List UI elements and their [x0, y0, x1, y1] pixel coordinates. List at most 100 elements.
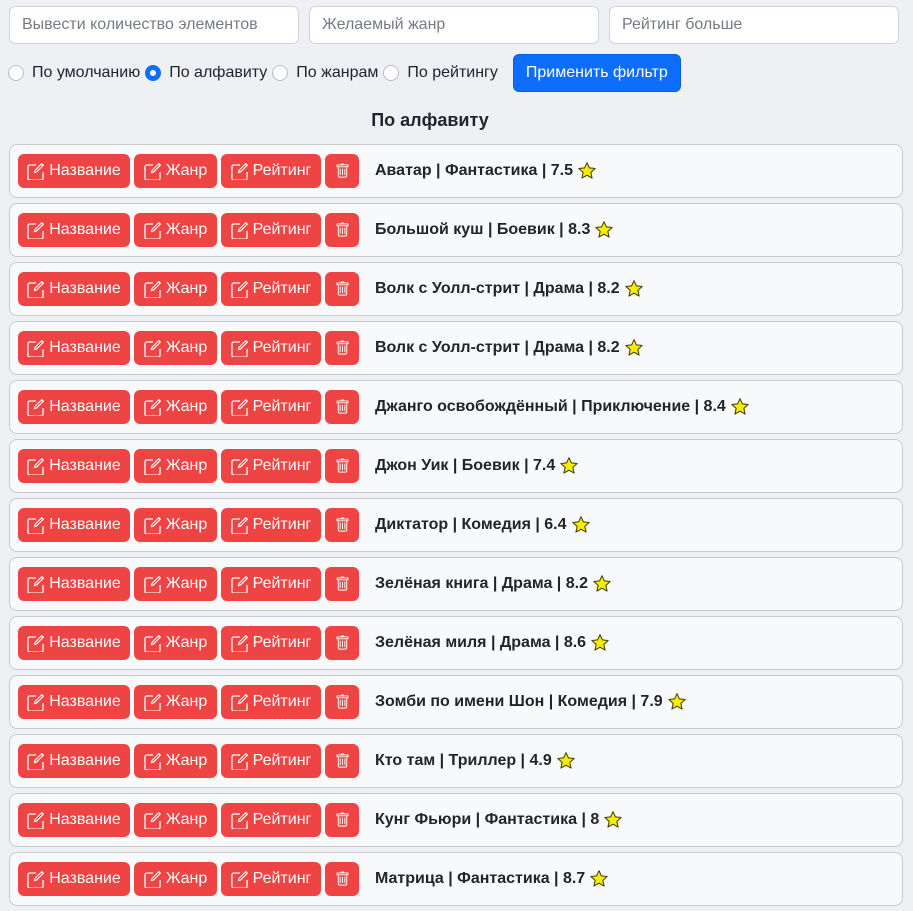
movie-row: Название Жанр Рейтинг Диктатор | Комедия | …: [9, 498, 903, 552]
edit-name-button[interactable]: Название: [18, 862, 130, 896]
edit-rating-button[interactable]: Рейтинг: [221, 449, 321, 483]
trash-icon: [335, 694, 350, 710]
edit-rating-label: Рейтинг: [252, 634, 312, 651]
edit-genre-button[interactable]: Жанр: [134, 626, 217, 660]
movie-row: Название Жанр Рейтинг Волк с Уолл-стрит | Д…: [9, 321, 903, 375]
edit-icon: [144, 398, 166, 416]
edit-rating-button[interactable]: Рейтинг: [221, 508, 321, 542]
edit-genre-button[interactable]: Жанр: [134, 862, 217, 896]
edit-name-button[interactable]: Название: [18, 331, 130, 365]
edit-icon: [144, 634, 166, 652]
edit-rating-label: Рейтинг: [252, 221, 312, 238]
edit-icon-svg: [27, 398, 45, 416]
delete-button[interactable]: [325, 154, 359, 188]
edit-genre-button[interactable]: Жанр: [134, 685, 217, 719]
edit-rating-button[interactable]: Рейтинг: [221, 567, 321, 601]
edit-icon: [27, 339, 49, 357]
delete-button[interactable]: [325, 449, 359, 483]
delete-button[interactable]: [325, 213, 359, 247]
edit-rating-button[interactable]: Рейтинг: [221, 803, 321, 837]
edit-genre-button[interactable]: Жанр: [134, 449, 217, 483]
star-icon-svg: [731, 398, 749, 415]
radio-dot[interactable]: [145, 65, 162, 81]
filter-inputs: [9, 6, 899, 44]
edit-rating-button[interactable]: Рейтинг: [221, 626, 321, 660]
sort-default-radio[interactable]: По умолчанию: [8, 64, 140, 82]
edit-genre-label: Жанр: [165, 870, 208, 887]
edit-genre-button[interactable]: Жанр: [134, 744, 217, 778]
sort-genre-radio[interactable]: По жанрам: [272, 64, 378, 82]
delete-button[interactable]: [325, 272, 359, 306]
edit-rating-button[interactable]: Рейтинг: [221, 213, 321, 247]
trash-icon-svg: [335, 458, 349, 473]
genre-input[interactable]: [309, 6, 599, 44]
edit-icon-svg: [144, 398, 161, 416]
edit-genre-button[interactable]: Жанр: [134, 508, 217, 542]
edit-icon-svg: [144, 516, 161, 534]
edit-name-button[interactable]: Название: [18, 154, 130, 188]
delete-button[interactable]: [325, 390, 359, 424]
edit-name-button[interactable]: Название: [18, 744, 130, 778]
edit-name-button[interactable]: Название: [18, 626, 130, 660]
edit-genre-button[interactable]: Жанр: [134, 803, 217, 837]
star-icon-svg: [604, 811, 622, 828]
delete-button[interactable]: [325, 567, 359, 601]
sort-rating-radio[interactable]: По рейтингу: [383, 64, 498, 82]
delete-button[interactable]: [325, 331, 359, 365]
count-input[interactable]: [9, 6, 299, 44]
edit-name-button[interactable]: Название: [18, 272, 130, 306]
edit-rating-button[interactable]: Рейтинг: [221, 154, 321, 188]
delete-button[interactable]: [325, 744, 359, 778]
apply-filter-button[interactable]: Применить фильтр: [512, 54, 681, 92]
edit-icon-svg: [144, 280, 161, 298]
edit-genre-button[interactable]: Жанр: [134, 272, 217, 306]
movie-title: Джанго освобождённый | Приключение | 8.4: [375, 397, 750, 417]
delete-button[interactable]: [325, 862, 359, 896]
edit-rating-button[interactable]: Рейтинг: [221, 272, 321, 306]
edit-genre-button[interactable]: Жанр: [134, 331, 217, 365]
edit-name-button[interactable]: Название: [18, 803, 130, 837]
radio-dot[interactable]: [8, 65, 24, 81]
edit-rating-button[interactable]: Рейтинг: [221, 862, 321, 896]
edit-name-button[interactable]: Название: [18, 685, 130, 719]
delete-button[interactable]: [325, 508, 359, 542]
movie-row: Название Жанр Рейтинг Большой куш | Боевик …: [9, 203, 903, 257]
edit-genre-button[interactable]: Жанр: [134, 390, 217, 424]
trash-icon: [335, 576, 350, 592]
edit-name-button[interactable]: Название: [18, 449, 130, 483]
edit-name-button[interactable]: Название: [18, 390, 130, 424]
edit-name-button[interactable]: Название: [18, 213, 130, 247]
sort-rating-label: По рейтингу: [407, 64, 498, 81]
delete-button[interactable]: [325, 626, 359, 660]
edit-rating-button[interactable]: Рейтинг: [221, 390, 321, 424]
edit-genre-button[interactable]: Жанр: [134, 154, 217, 188]
edit-rating-button[interactable]: Рейтинг: [221, 744, 321, 778]
edit-icon: [144, 811, 166, 829]
movie-info-text: Джон Уик | Боевик | 7.4: [375, 457, 556, 474]
edit-icon: [230, 339, 253, 357]
edit-rating-label: Рейтинг: [252, 575, 312, 592]
edit-name-button[interactable]: Название: [18, 508, 130, 542]
edit-rating-label: Рейтинг: [252, 693, 312, 710]
star-icon-svg: [578, 162, 596, 179]
edit-genre-button[interactable]: Жанр: [134, 213, 217, 247]
sort-genre-label: По жанрам: [296, 64, 379, 81]
star-icon: [603, 810, 623, 830]
edit-genre-button[interactable]: Жанр: [134, 567, 217, 601]
radio-dot[interactable]: [383, 65, 400, 81]
movie-info-text: Большой куш | Боевик | 8.3: [375, 221, 591, 238]
movie-row: Название Жанр Рейтинг Аватар | Фантастика |…: [9, 144, 903, 198]
edit-rating-button[interactable]: Рейтинг: [221, 331, 321, 365]
delete-button[interactable]: [325, 803, 359, 837]
rating-input[interactable]: [609, 6, 899, 44]
edit-icon: [27, 693, 49, 711]
edit-rating-label: Рейтинг: [252, 162, 312, 179]
sort-alphabet-radio[interactable]: По алфавиту: [145, 64, 267, 82]
edit-genre-label: Жанр: [165, 162, 208, 179]
edit-rating-button[interactable]: Рейтинг: [221, 685, 321, 719]
sort-default-label: По умолчанию: [32, 64, 141, 81]
edit-name-button[interactable]: Название: [18, 567, 130, 601]
radio-dot[interactable]: [272, 65, 289, 81]
star-icon-svg: [667, 693, 686, 710]
delete-button[interactable]: [325, 685, 359, 719]
